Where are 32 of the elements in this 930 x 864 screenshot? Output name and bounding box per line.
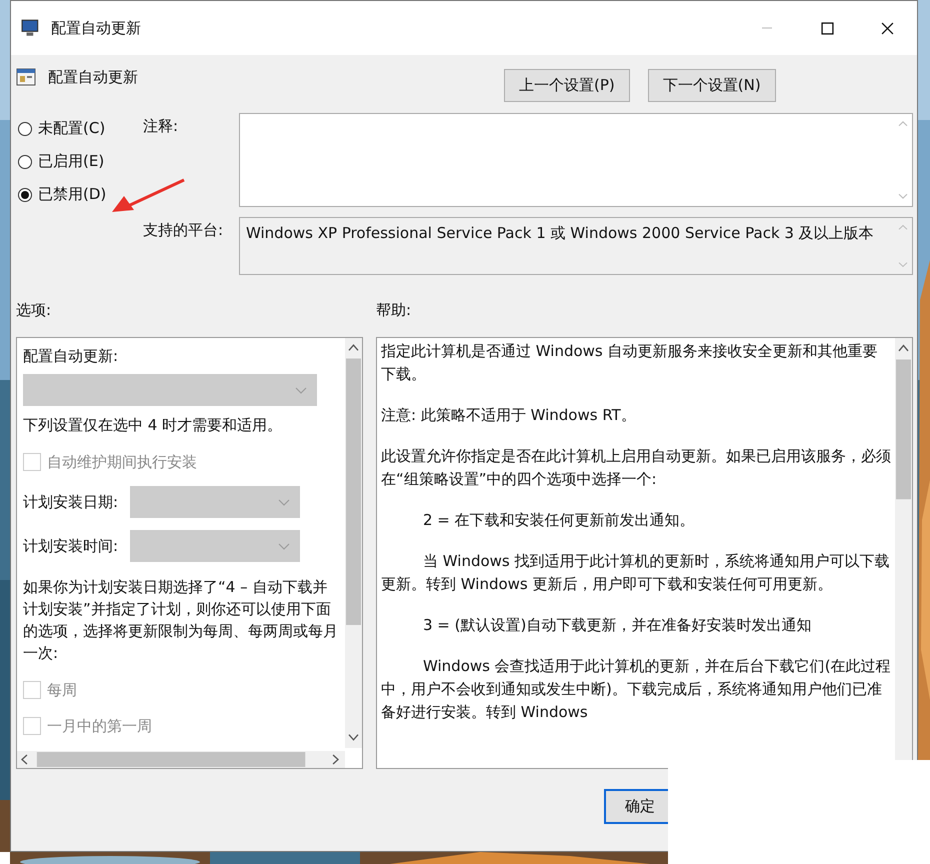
- nav-button[interactable]: 上一个设置(P): [504, 69, 630, 102]
- close-icon: [880, 22, 894, 34]
- policy-icon: [16, 67, 36, 87]
- help-paragraph: 当 Windows 找到适用于此计算机的更新时，系统将通知用户可以下载更新。转到 Windows 更新后，用户即可下载和安装任何可用更新。: [381, 551, 890, 595]
- radio-option[interactable]: 未配置(C): [18, 119, 143, 138]
- help-paragraph: 2 = 在下载和安装任何更新前发出通知。: [422, 510, 696, 531]
- dropdown-label: 计划安装时间:: [23, 536, 118, 556]
- comment-label: 注释:: [143, 116, 180, 137]
- platform-label: 支持的平台:: [143, 220, 224, 241]
- option-note: 下列设置仅在选中 4 时才需要和适用。: [23, 415, 284, 436]
- option-label: 配置自动更新:: [23, 346, 120, 366]
- chevron-down-icon: [295, 387, 307, 395]
- radio-option[interactable]: 已启用(E): [18, 152, 143, 171]
- options-label: 选项:: [16, 301, 52, 321]
- help-paragraph: 指定此计算机是否通过 Windows 自动更新服务来接收安全更新和其他重要下载。: [381, 341, 878, 385]
- maximize-icon: [820, 22, 834, 34]
- computer-icon: [21, 19, 41, 37]
- policy-title: 配置自动更新: [48, 68, 138, 86]
- help-paragraph: 此设置允许你指定是否在此计算机上启用自动更新。如果已启用该服务，必须在“组策略设置”中的四个选项中选择一个:: [381, 446, 891, 490]
- nav-button[interactable]: 下一个设置(N): [648, 69, 776, 102]
- comment-field[interactable]: [239, 113, 913, 207]
- help-paragraph: 注意: 此策略不适用于 Windows RT。: [381, 405, 637, 426]
- window-title: 配置自动更新: [51, 18, 142, 38]
- help-paragraph: Windows 会查找适用于此计算机的更新，并在后台下载它们(在此过程中，用户不会收到通知或发生中断)。下载完成后，系统将通知用户他们已准备好进行安装。转到 Windows: [381, 656, 891, 723]
- platform-field: Windows XP Professional Service Pack 1 或 Windows 2000 Service Pack 3 及以上版本: [239, 217, 913, 275]
- radio-option[interactable]: 已禁用(D): [18, 185, 143, 204]
- chevron-down-icon: [278, 543, 290, 551]
- help-paragraph: 3 = (默认设置)自动下载更新，并在准备好安装时发出通知: [422, 615, 812, 636]
- option-note: 如果你为计划安装日期选择了“4 – 自动下载并计划安装”并指定了计划，则你还可以使用下面的选项，选择将更新限制为每周、每两周或每月一次:: [23, 577, 339, 664]
- help-label: 帮助:: [376, 301, 412, 321]
- dropdown-label: 计划安装日期:: [23, 492, 118, 512]
- chevron-down-icon: [278, 499, 290, 507]
